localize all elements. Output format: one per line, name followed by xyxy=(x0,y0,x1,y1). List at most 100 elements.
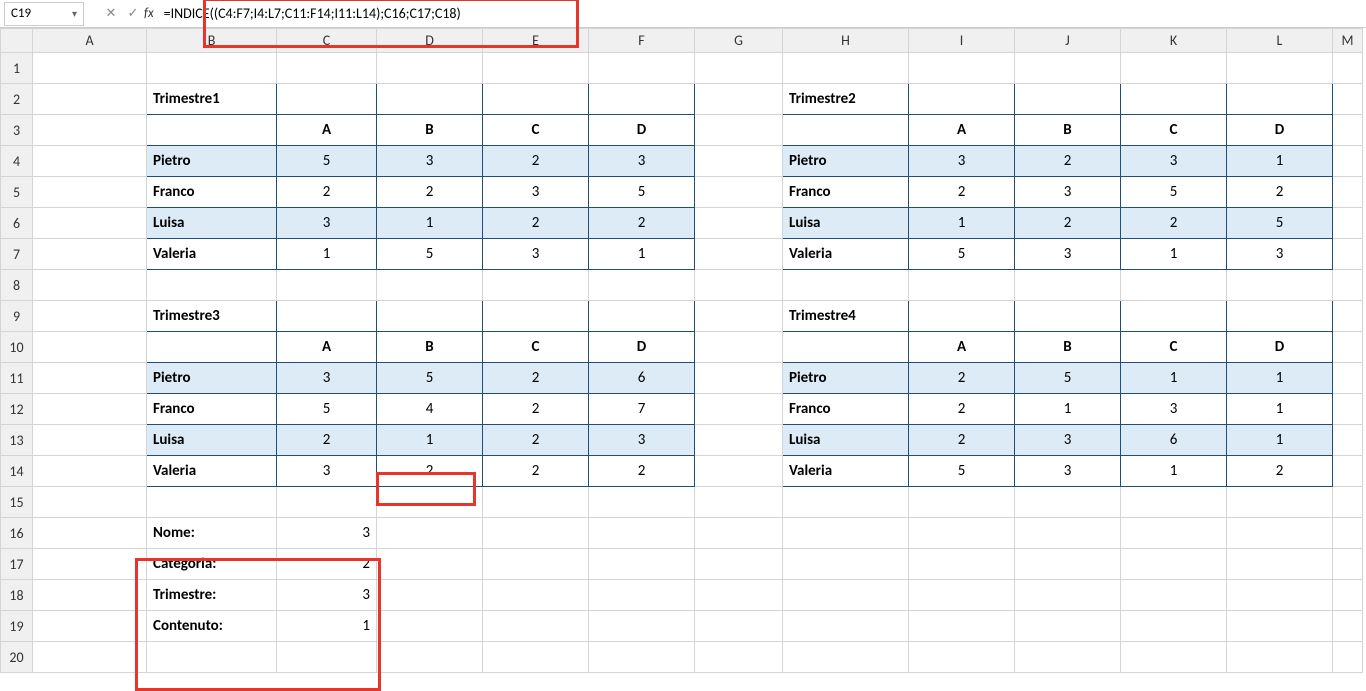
cell[interactable] xyxy=(33,84,147,115)
cell[interactable] xyxy=(483,580,589,611)
cell[interactable] xyxy=(1333,239,1363,270)
cell[interactable] xyxy=(1121,53,1227,84)
lookup-label[interactable]: Nome: xyxy=(147,518,277,549)
row-header[interactable]: 18 xyxy=(1,580,33,611)
cell[interactable] xyxy=(1333,611,1363,642)
cell[interactable] xyxy=(483,549,589,580)
cell[interactable] xyxy=(33,425,147,456)
row-header[interactable]: 17 xyxy=(1,549,33,580)
row-header[interactable]: 4 xyxy=(1,146,33,177)
table-cell[interactable]: 2 xyxy=(483,394,589,425)
cell[interactable] xyxy=(147,115,277,146)
cell[interactable] xyxy=(1333,115,1363,146)
cell[interactable] xyxy=(695,363,783,394)
cell[interactable] xyxy=(1121,487,1227,518)
row-header[interactable]: 1 xyxy=(1,53,33,84)
cell[interactable] xyxy=(909,301,1015,332)
table-cell[interactable]: 2 xyxy=(909,177,1015,208)
table-col-head[interactable]: C xyxy=(1121,115,1227,146)
cell[interactable] xyxy=(1333,580,1363,611)
col-header-J[interactable]: J xyxy=(1015,29,1121,53)
table-cell[interactable]: 3 xyxy=(909,146,1015,177)
table-cell[interactable]: 3 xyxy=(277,456,377,487)
table-col-head[interactable]: A xyxy=(277,115,377,146)
lookup-label[interactable]: Trimestre: xyxy=(147,580,277,611)
table-cell[interactable]: 3 xyxy=(1227,239,1333,270)
cell[interactable] xyxy=(377,518,483,549)
cell[interactable] xyxy=(33,518,147,549)
table-cell[interactable]: 1 xyxy=(1227,425,1333,456)
cell[interactable] xyxy=(695,208,783,239)
cell[interactable] xyxy=(1333,177,1363,208)
check-icon[interactable]: ✓ xyxy=(122,3,144,25)
cell[interactable] xyxy=(695,425,783,456)
cell[interactable] xyxy=(33,53,147,84)
cell[interactable] xyxy=(909,642,1015,673)
table-cell[interactable]: 2 xyxy=(1227,177,1333,208)
table-row-name[interactable]: Valeria xyxy=(147,239,277,270)
cell[interactable] xyxy=(483,642,589,673)
cell[interactable] xyxy=(695,84,783,115)
cell[interactable] xyxy=(1227,642,1333,673)
cell[interactable] xyxy=(909,84,1015,115)
table-cell[interactable]: 2 xyxy=(909,425,1015,456)
cell[interactable] xyxy=(783,332,909,363)
table-col-head[interactable]: B xyxy=(1015,115,1121,146)
cell[interactable] xyxy=(589,642,695,673)
table-cell[interactable]: 2 xyxy=(1227,456,1333,487)
cell[interactable] xyxy=(33,239,147,270)
col-header-B[interactable]: B xyxy=(147,29,277,53)
col-header-A[interactable]: A xyxy=(33,29,147,53)
table-cell[interactable]: 3 xyxy=(277,208,377,239)
table-cell[interactable]: 7 xyxy=(589,394,695,425)
row-header[interactable]: 2 xyxy=(1,84,33,115)
cell[interactable] xyxy=(483,611,589,642)
table-cell[interactable]: 2 xyxy=(277,425,377,456)
cell[interactable] xyxy=(33,642,147,673)
cell[interactable] xyxy=(33,146,147,177)
table-cell[interactable]: 2 xyxy=(483,425,589,456)
table-cell[interactable]: 1 xyxy=(277,239,377,270)
cell[interactable] xyxy=(483,270,589,301)
row-header[interactable]: 3 xyxy=(1,115,33,146)
table-cell[interactable]: 2 xyxy=(589,208,695,239)
table-cell[interactable]: 5 xyxy=(377,363,483,394)
cell[interactable] xyxy=(909,518,1015,549)
table-cell[interactable]: 2 xyxy=(483,456,589,487)
table-cell[interactable]: 5 xyxy=(1121,177,1227,208)
cell[interactable] xyxy=(1333,642,1363,673)
table-row-name[interactable]: Franco xyxy=(147,394,277,425)
cell[interactable] xyxy=(783,642,909,673)
row-header[interactable]: 8 xyxy=(1,270,33,301)
cell[interactable] xyxy=(33,549,147,580)
cell[interactable] xyxy=(33,487,147,518)
table-cell[interactable]: 1 xyxy=(1015,394,1121,425)
table-cell[interactable]: 3 xyxy=(1015,177,1121,208)
col-header-E[interactable]: E xyxy=(483,29,589,53)
cell[interactable] xyxy=(1333,456,1363,487)
table-col-head[interactable]: D xyxy=(589,332,695,363)
cell[interactable] xyxy=(33,456,147,487)
table-row-name[interactable]: Pietro xyxy=(147,363,277,394)
table-col-head[interactable]: B xyxy=(1015,332,1121,363)
cell[interactable] xyxy=(1227,84,1333,115)
cell[interactable] xyxy=(909,270,1015,301)
table-cell[interactable]: 2 xyxy=(483,146,589,177)
cell[interactable] xyxy=(1227,270,1333,301)
cell[interactable] xyxy=(377,301,483,332)
table-cell[interactable]: 2 xyxy=(377,177,483,208)
cell[interactable] xyxy=(1121,270,1227,301)
table-cell[interactable]: 3 xyxy=(1015,456,1121,487)
cell[interactable] xyxy=(1227,611,1333,642)
cell[interactable] xyxy=(589,580,695,611)
cell[interactable] xyxy=(1121,301,1227,332)
table-cell[interactable]: 2 xyxy=(483,208,589,239)
table-cell[interactable]: 2 xyxy=(277,177,377,208)
cell[interactable] xyxy=(909,487,1015,518)
cell[interactable] xyxy=(589,549,695,580)
cell[interactable] xyxy=(695,239,783,270)
cell[interactable] xyxy=(483,301,589,332)
cell[interactable] xyxy=(1015,642,1121,673)
table-row-name[interactable]: Pietro xyxy=(147,146,277,177)
cell[interactable] xyxy=(695,487,783,518)
